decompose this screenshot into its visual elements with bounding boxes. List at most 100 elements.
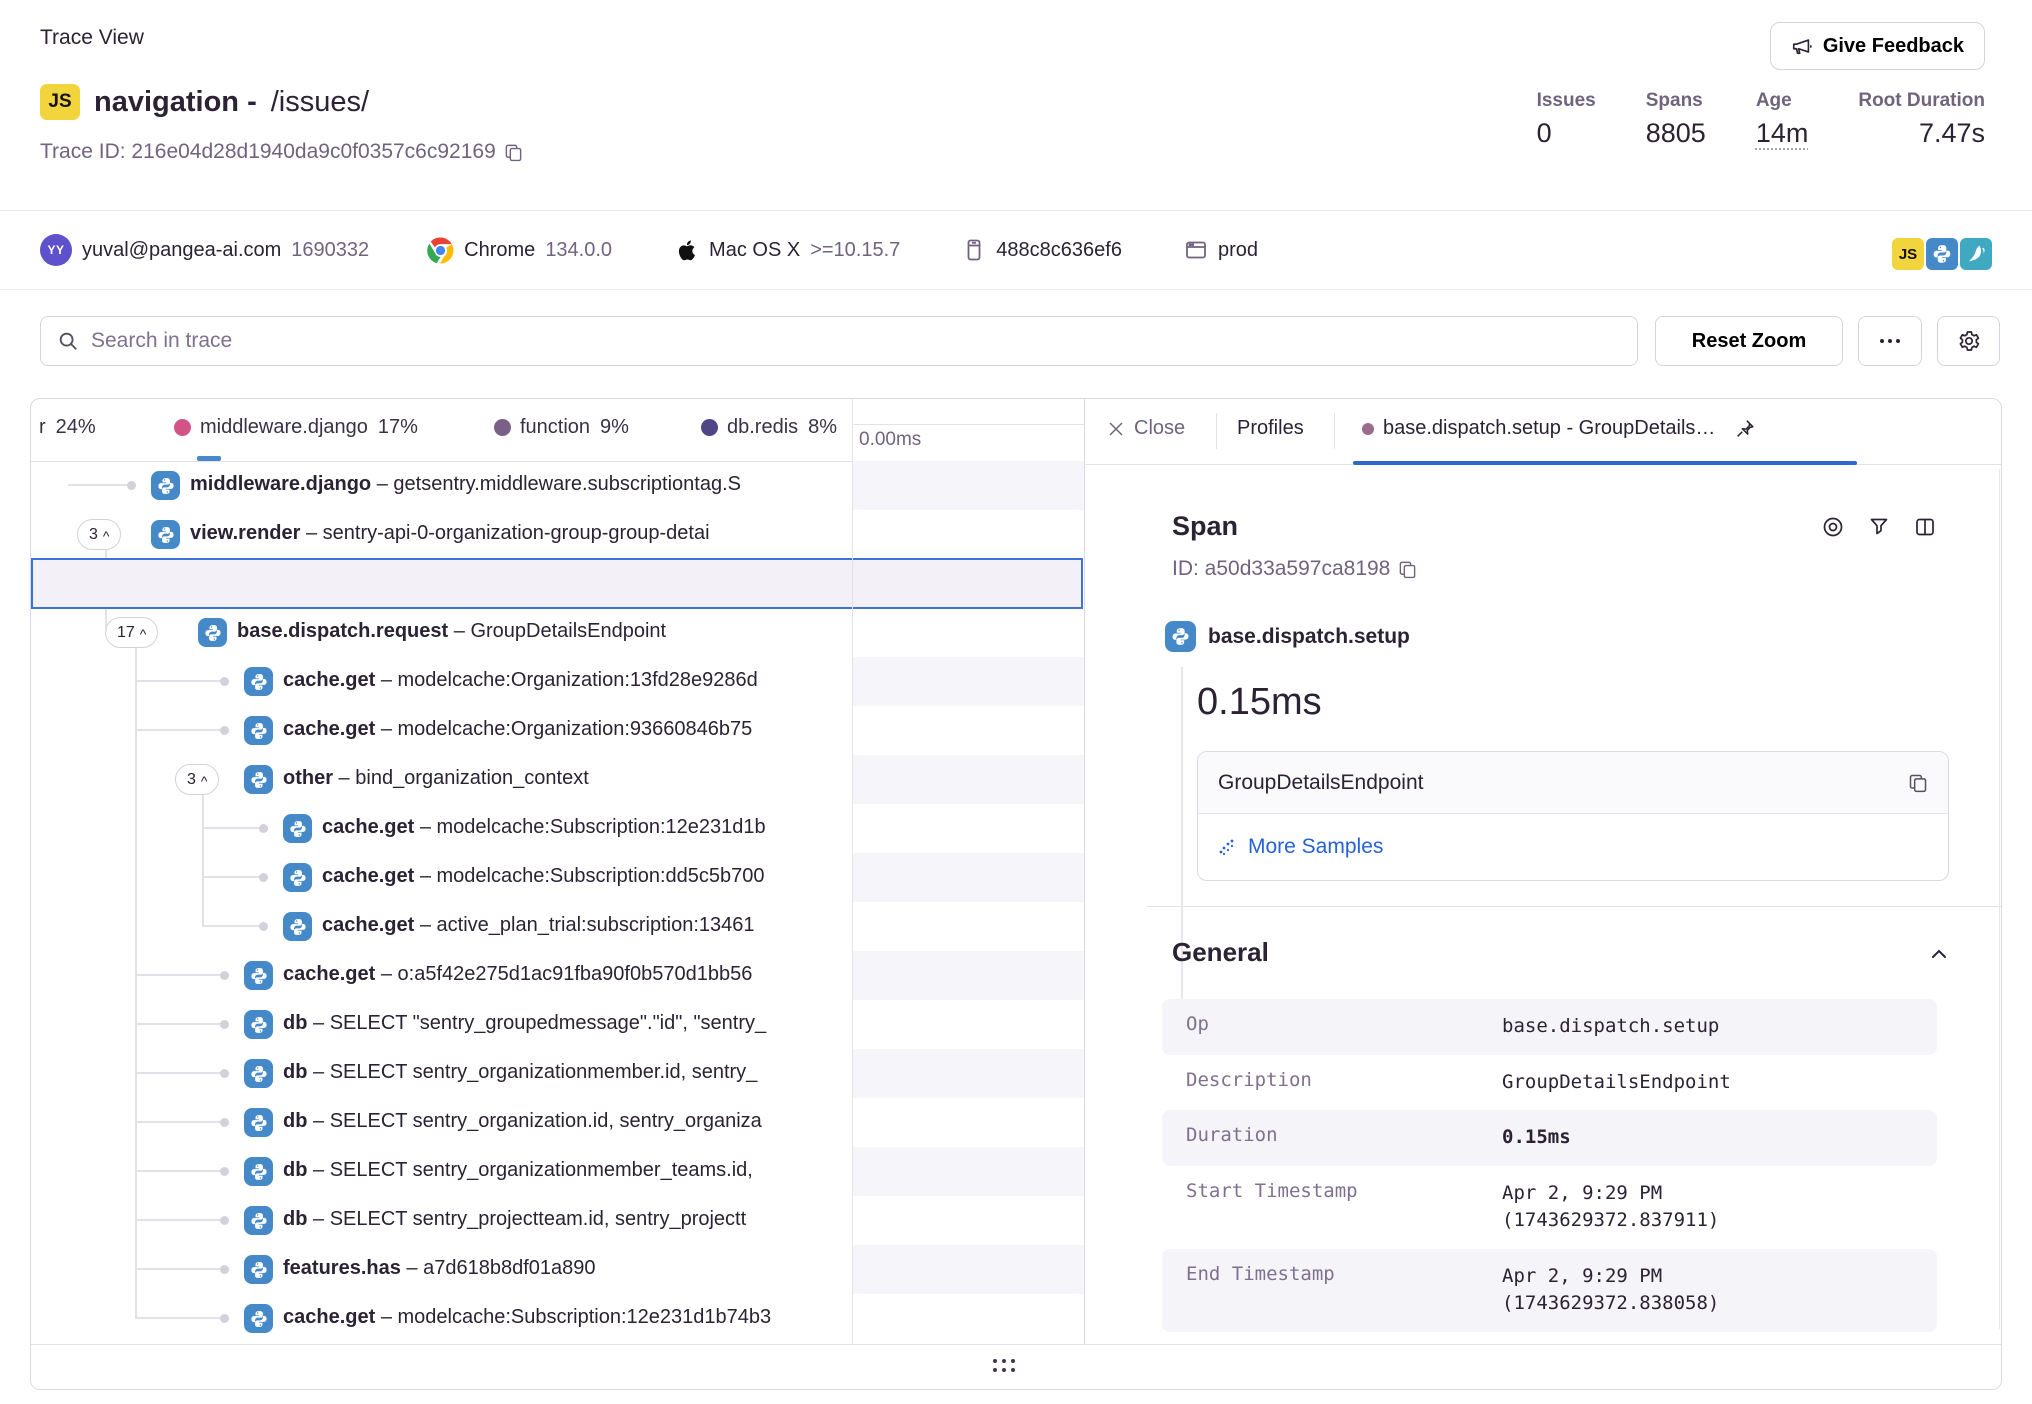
span-op-dot xyxy=(1362,423,1374,435)
span-op-name: base.dispatch.setup xyxy=(1208,625,1410,649)
span-id: ID: a50d33a597ca8198 xyxy=(1172,557,1417,581)
pin-icon[interactable] xyxy=(1734,418,1756,440)
reset-zoom-button[interactable]: Reset Zoom xyxy=(1655,316,1843,366)
span-guide-line xyxy=(1181,667,1183,1037)
stat-root-duration: Root Duration 7.47s xyxy=(1858,90,1985,149)
tab-separator xyxy=(1216,413,1217,449)
environment-group: prod xyxy=(1184,238,1258,262)
python-icon xyxy=(244,1059,273,1088)
dash-separator: – xyxy=(401,1257,423,1279)
target-icon[interactable] xyxy=(1821,515,1845,539)
span-row-label: other – bind_organization_context xyxy=(283,767,589,790)
expand-chip[interactable]: 3^ xyxy=(77,519,121,550)
span-tree-row[interactable]: middleware.django – getsentry.middleware… xyxy=(31,461,849,510)
more-options-button[interactable] xyxy=(1858,316,1922,366)
user-email: yuval@pangea-ai.com xyxy=(82,239,281,262)
span-tree-row[interactable]: cache.get – modelcache:Subscription:12e2… xyxy=(31,1294,849,1343)
general-key: Start Timestamp xyxy=(1186,1180,1502,1235)
trace-footer xyxy=(31,1344,2001,1389)
span-row-label: base.dispatch.request – GroupDetailsEndp… xyxy=(237,620,666,643)
chevron-up-icon[interactable] xyxy=(1927,943,1951,967)
span-tree-row[interactable]: db – SELECT sentry_organizationmember.id… xyxy=(31,1049,849,1098)
resize-drag-handle[interactable] xyxy=(993,1359,1015,1372)
span-description: sentry-api-0-organization-group-group-de… xyxy=(323,522,710,544)
panel-scrollbar[interactable] xyxy=(1999,469,2000,1329)
search-icon xyxy=(57,330,79,352)
detail-tabs: Close Profiles base.dispatch.setup - Gro… xyxy=(1085,399,2002,465)
span-tree-row[interactable]: cache.get – modelcache:Subscription:dd5c… xyxy=(31,853,849,902)
expand-chip[interactable]: 17^ xyxy=(105,617,158,648)
general-value-line: GroupDetailsEndpoint xyxy=(1502,1069,1731,1097)
side-panel-icon[interactable] xyxy=(1913,515,1937,539)
tree-connector-dot xyxy=(259,873,268,882)
gear-icon xyxy=(1957,329,1981,353)
tab-span-details[interactable]: base.dispatch.setup - GroupDetails… xyxy=(1362,417,1756,440)
close-panel-button[interactable]: Close xyxy=(1107,417,1185,440)
python-icon xyxy=(244,1206,273,1235)
general-value-line: Apr 2, 9:29 PM xyxy=(1502,1263,1719,1291)
python-icon xyxy=(151,471,180,500)
dash-separator: – xyxy=(307,1208,329,1230)
stat-issues: Issues 0 xyxy=(1537,90,1596,149)
python-icon xyxy=(151,520,180,549)
dash-separator: – xyxy=(375,1306,397,1328)
python-icon xyxy=(1165,621,1196,652)
js-platform-badge: JS xyxy=(40,84,80,120)
dash-separator: – xyxy=(300,522,322,544)
span-tree-row[interactable]: db – SELECT "sentry_groupedmessage"."id"… xyxy=(31,1000,849,1049)
tree-connector-dot xyxy=(127,481,136,490)
tree-connector-dot xyxy=(220,726,229,735)
tree-connector-dot xyxy=(220,1118,229,1127)
span-row-label: cache.get – modelcache:Subscription:12e2… xyxy=(322,816,766,839)
trace-view-page: Trace View Give Feedback JS navigation -… xyxy=(0,0,2032,1404)
span-duration: 0.15ms xyxy=(1197,681,1322,724)
python-platform-icon xyxy=(1926,238,1958,270)
span-tree-row[interactable]: cache.get – modelcache:Organization:13fd… xyxy=(31,657,849,706)
copy-icon[interactable] xyxy=(1908,773,1928,793)
general-value-line: 0.15ms xyxy=(1502,1124,1571,1152)
python-icon xyxy=(244,1304,273,1333)
span-tree-row[interactable]: cache.get – modelcache:Subscription:12e2… xyxy=(31,804,849,853)
general-key: Description xyxy=(1186,1069,1502,1097)
span-tree-row[interactable]: db – SELECT sentry_organization.id, sent… xyxy=(31,1098,849,1147)
tab-profiles[interactable]: Profiles xyxy=(1237,417,1304,440)
span-tree: middleware.django – getsentry.middleware… xyxy=(31,399,1084,1346)
span-tree-row[interactable]: 3^ view.render – sentry-api-0-organizatio… xyxy=(31,510,849,559)
waterfall-row-stripe xyxy=(853,1049,1084,1098)
span-tree-row[interactable]: features.has – a7d618b8df01a890 xyxy=(31,1245,849,1294)
copy-icon[interactable] xyxy=(504,143,523,162)
expand-chip[interactable]: 3^ xyxy=(175,764,219,795)
span-tree-row[interactable]: 3^ other – bind_organization_context xyxy=(31,755,849,804)
general-row-start-timestamp: Start TimestampApr 2, 9:29 PM(1743629372… xyxy=(1162,1166,1937,1249)
tree-connector-line xyxy=(136,1121,224,1123)
span-tree-row[interactable]: cache.get – active_plan_trial:subscripti… xyxy=(31,902,849,951)
span-tree-row[interactable]: cache.get – o:a5f42e275d1ac91fba90f0b570… xyxy=(31,951,849,1000)
span-detail-panel: Close Profiles base.dispatch.setup - Gro… xyxy=(1084,399,2002,1346)
span-tree-row[interactable]: db – SELECT sentry_projectteam.id, sentr… xyxy=(31,1196,849,1245)
tree-connector-line xyxy=(203,925,263,927)
tree-connector-dot xyxy=(259,824,268,833)
span-description: SELECT sentry_organizationmember.id, sen… xyxy=(330,1061,758,1083)
dash-separator: – xyxy=(414,816,436,838)
copy-icon[interactable] xyxy=(1398,560,1417,579)
os-version: >=10.15.7 xyxy=(810,239,900,262)
span-description: SELECT sentry_organizationmember_teams.i… xyxy=(330,1159,753,1181)
span-op: cache.get xyxy=(283,1306,375,1328)
span-op: middleware.django xyxy=(190,473,371,495)
span-row-label: db – SELECT sentry_organization.id, sent… xyxy=(283,1110,762,1133)
span-tree-row[interactable]: 17^ base.dispatch.request – GroupDetailsE… xyxy=(31,608,849,657)
settings-gear-button[interactable] xyxy=(1937,316,2000,366)
search-bar xyxy=(40,316,1638,366)
megaphone-icon xyxy=(1791,35,1813,57)
tree-connector-line xyxy=(136,1219,224,1221)
span-tree-row[interactable]: cache.get – modelcache:Organization:9366… xyxy=(31,706,849,755)
search-input[interactable] xyxy=(91,329,1621,353)
give-feedback-button[interactable]: Give Feedback xyxy=(1770,22,1985,70)
waterfall-row-stripe xyxy=(853,1245,1084,1294)
python-icon xyxy=(244,667,273,696)
funnel-icon[interactable] xyxy=(1867,515,1891,539)
span-op: other xyxy=(283,767,333,789)
span-row-label: view.render – sentry-api-0-organization-… xyxy=(190,522,710,545)
more-samples-link[interactable]: More Samples xyxy=(1218,835,1383,859)
span-tree-row[interactable]: db – SELECT sentry_organizationmember_te… xyxy=(31,1147,849,1196)
